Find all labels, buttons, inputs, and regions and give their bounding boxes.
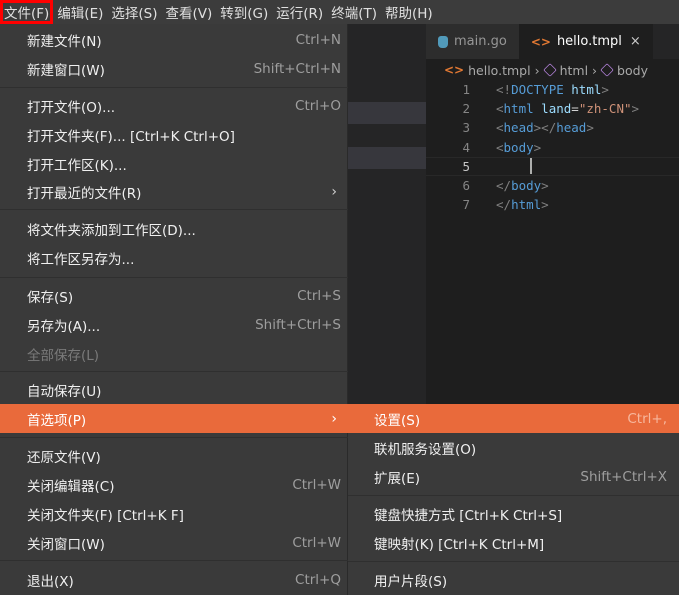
menu-item-save-workspace-as[interactable]: 将工作区另存为... — [0, 243, 348, 272]
menu-item-close-folder[interactable]: 关闭文件夹(F) [Ctrl+K F] — [0, 499, 348, 528]
menu-divider — [0, 209, 348, 210]
menu-item-close-editor[interactable]: 关闭编辑器(C) Ctrl+W — [0, 470, 348, 499]
tab-hello-tmpl[interactable]: <> hello.tmpl × — [518, 24, 653, 59]
line-number: 4 — [462, 139, 470, 155]
sidebar-row-highlight — [348, 147, 426, 169]
menu-item-add-folder-to-workspace[interactable]: 将文件夹添加到工作区(D)... — [0, 214, 348, 243]
menu-item-open-recent[interactable]: 打开最近的文件(R) › — [0, 177, 348, 206]
line-number: 6 — [462, 178, 470, 194]
menu-selection[interactable]: 选择(S) — [107, 0, 161, 24]
menu-terminal[interactable]: 终端(T) — [327, 0, 381, 24]
submenu-item-keyboard-shortcuts[interactable]: 键盘快捷方式 [Ctrl+K Ctrl+S] — [348, 499, 679, 528]
menu-divider — [0, 560, 348, 561]
menu-item-new-window[interactable]: 新建窗口(W) Shift+Ctrl+N — [0, 54, 348, 83]
line-number: 2 — [462, 101, 470, 117]
menu-item-save-all: 全部保存(L) — [27, 347, 100, 364]
menu-divider — [0, 277, 348, 278]
breadcrumb-file[interactable]: hello.tmpl — [468, 63, 530, 78]
menu-help[interactable]: 帮助(H) — [381, 0, 437, 24]
menu-item-save-as[interactable]: 另存为(A)... Shift+Ctrl+S — [0, 310, 348, 339]
line-number: 5 — [462, 158, 470, 174]
chevron-right-icon: › — [534, 62, 540, 78]
menu-item-revert-file[interactable]: 还原文件(V) — [0, 441, 348, 470]
menu-divider — [348, 495, 679, 496]
code-line: 3 <head></head> — [426, 118, 679, 137]
text-cursor — [530, 158, 532, 175]
breadcrumb-html[interactable]: html — [560, 63, 588, 78]
menu-go[interactable]: 转到(G) — [216, 0, 272, 24]
menu-item-open-workspace[interactable]: 打开工作区(K)... — [0, 149, 348, 178]
submenu-item-user-snippets[interactable]: 用户片段(S) — [348, 565, 679, 594]
menu-item-close-window[interactable]: 关闭窗口(W) Ctrl+W — [0, 528, 348, 557]
menu-item-open-file[interactable]: 打开文件(O)... Ctrl+O — [0, 91, 348, 120]
line-number: 3 — [462, 120, 470, 136]
close-icon[interactable]: × — [630, 34, 641, 49]
editor-tabs: main.go <> hello.tmpl × — [426, 24, 679, 59]
menu-item-open-folder[interactable]: 打开文件夹(F)... [Ctrl+K Ctrl+O] — [0, 120, 348, 149]
element-icon — [600, 63, 614, 77]
chevron-right-icon: › — [331, 183, 337, 200]
menu-divider — [348, 561, 679, 562]
breadcrumb-body[interactable]: body — [617, 63, 648, 78]
menu-item-exit[interactable]: 退出(X) Ctrl+Q — [0, 565, 348, 594]
sidebar-row-highlight — [348, 102, 426, 124]
go-file-icon — [438, 35, 448, 48]
submenu-item-keymaps[interactable]: 键映射(K) [Ctrl+K Ctrl+M] — [348, 528, 679, 557]
line-number: 7 — [462, 197, 470, 213]
code-line-current: 5 — [426, 156, 679, 176]
menu-divider — [0, 87, 348, 88]
code-editor[interactable]: 1 <!DOCTYPE html> 2 <html land="zh-CN"> … — [426, 80, 679, 214]
tab-main-go[interactable]: main.go — [426, 24, 519, 59]
submenu-item-extensions[interactable]: 扩展(E) Shift+Ctrl+X — [348, 462, 679, 491]
line-number: 1 — [462, 82, 470, 98]
menu-bar: 文件(F) 编辑(E) 选择(S) 查看(V) 转到(G) 运行(R) 终端(T… — [0, 0, 679, 24]
menu-file[interactable]: 文件(F) — [0, 0, 54, 24]
menu-divider — [0, 437, 348, 438]
chevron-right-icon: › — [592, 62, 598, 78]
menu-item-auto-save[interactable]: 自动保存(U) — [0, 375, 348, 404]
submenu-item-online-services[interactable]: 联机服务设置(O) — [348, 433, 679, 462]
menu-item-preferences[interactable]: 首选项(P) › — [0, 404, 348, 433]
file-menu: 新建文件(N) Ctrl+N 新建窗口(W) Shift+Ctrl+N 打开文件(O… — [0, 24, 348, 595]
chevron-right-icon: › — [331, 410, 337, 427]
code-line: 2 <html land="zh-CN"> — [426, 99, 679, 118]
menu-view[interactable]: 查看(V) — [162, 0, 217, 24]
code-line: 4 <body> — [426, 138, 679, 157]
code-line: 7 </html> — [426, 195, 679, 214]
tag-file-icon: <> — [444, 63, 465, 77]
code-line: 6 </body> — [426, 176, 679, 195]
menu-item-new-file[interactable]: 新建文件(N) Ctrl+N — [0, 25, 348, 54]
menu-divider — [0, 371, 348, 372]
menu-edit[interactable]: 编辑(E) — [53, 0, 107, 24]
breadcrumb: <> hello.tmpl › html › body — [426, 59, 679, 81]
preferences-submenu: 设置(S) Ctrl+, 联机服务设置(O) 扩展(E) Shift+Ctrl+X … — [348, 404, 679, 595]
submenu-item-settings[interactable]: 设置(S) Ctrl+, — [348, 404, 679, 433]
tag-file-icon: <> — [530, 34, 551, 49]
code-line: 1 <!DOCTYPE html> — [426, 80, 679, 99]
tab-label: main.go — [454, 34, 507, 49]
tab-label: hello.tmpl — [556, 34, 622, 49]
menu-run[interactable]: 运行(R) — [272, 0, 327, 24]
element-icon — [542, 63, 557, 77]
menu-item-save[interactable]: 保存(S) Ctrl+S — [0, 281, 348, 310]
